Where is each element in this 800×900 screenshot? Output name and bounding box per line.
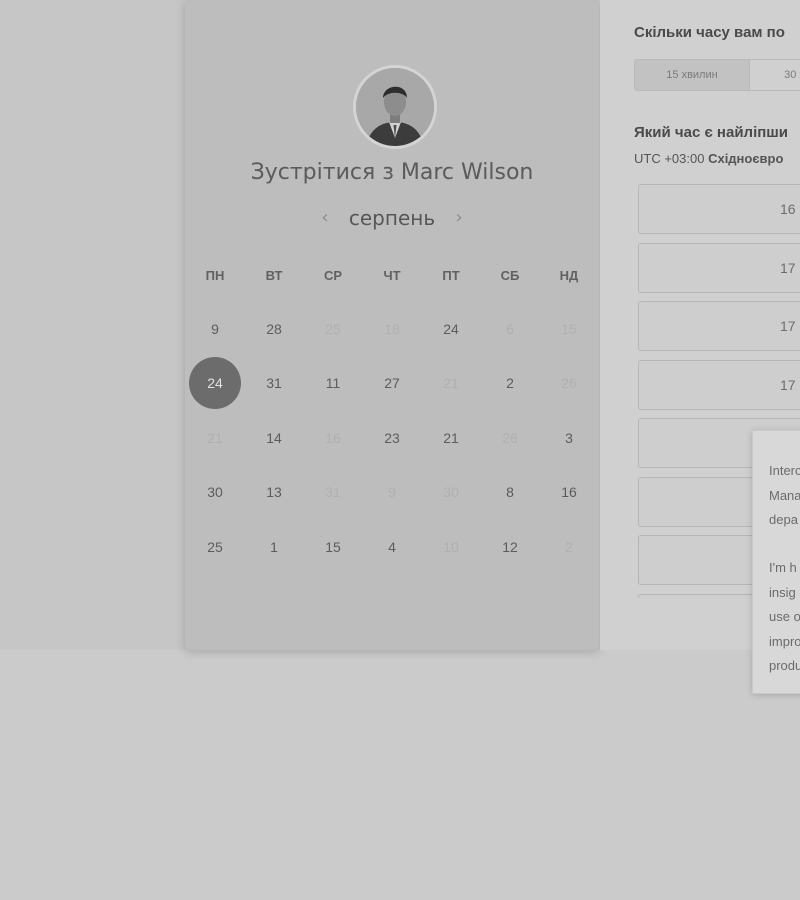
weekday-header: ПН ВТ СР ЧТ ПТ СБ НД	[185, 268, 599, 288]
host-info-line: I'm h	[769, 560, 797, 575]
host-info-line: produ	[769, 658, 800, 673]
calendar-day: 26	[502, 430, 518, 446]
host-info-line: Interc	[769, 463, 800, 478]
time-slot-label: 17	[780, 259, 796, 276]
calendar-day[interactable]: 9	[189, 303, 241, 355]
time-slot-label: 17	[780, 376, 796, 393]
calendar-day: 31	[325, 484, 341, 500]
calendar-day: 25	[325, 321, 341, 337]
calendar-day[interactable]: 2	[484, 357, 536, 409]
calendar-day[interactable]: 24	[425, 303, 477, 355]
calendar-day: 2	[565, 539, 573, 555]
prev-month-button[interactable]: ‹	[313, 207, 336, 228]
weekday-label: СБ	[500, 268, 520, 283]
timezone-label: UTC +03:00 Східноєвро	[634, 151, 783, 166]
calendar-day[interactable]: 4	[366, 521, 418, 573]
host-info-line: Mana	[769, 487, 800, 503]
calendar-day-selected[interactable]: 24	[189, 357, 241, 409]
time-slot[interactable]: 17	[638, 242, 800, 293]
calendar-day[interactable]: 31	[248, 357, 300, 409]
calendar-day: 21	[443, 375, 459, 391]
host-info-paragraph-2: I'm h insig use o impro produ	[769, 556, 800, 679]
host-info-popover: Interc Mana depa I'm h insig use o impro produ	[752, 430, 800, 694]
duration-option-30[interactable]: 30 х	[750, 59, 800, 91]
host-info-line: depa	[769, 512, 798, 527]
weekday-label: ПН	[205, 268, 225, 283]
calendar-day[interactable]: 11	[307, 357, 359, 409]
calendar-day[interactable]: 1	[248, 521, 300, 573]
avatar-image	[356, 68, 434, 146]
calendar-day: 15	[561, 321, 577, 337]
weekday-label: СР	[323, 268, 343, 283]
timezone-name: Східноєвро	[708, 151, 784, 166]
calendar-day: 30	[443, 484, 459, 500]
calendar-day: 9	[388, 484, 396, 500]
calendar-day[interactable]: 27	[366, 357, 418, 409]
calendar-day: 26	[561, 375, 577, 391]
avatar	[353, 65, 437, 149]
calendar-day: 16	[325, 430, 341, 446]
time-slot-label: 16	[780, 201, 796, 217]
calendar-day[interactable]: 23	[366, 412, 418, 464]
calendar-day[interactable]: 16	[543, 466, 595, 518]
calendar-day: 10	[443, 539, 459, 555]
host-info-line: insig	[769, 584, 796, 600]
calendar-day[interactable]: 21	[425, 412, 477, 464]
timezone-offset: UTC +03:00	[634, 151, 705, 166]
weekday-label: ЧТ	[383, 268, 401, 283]
weekday-label: НД	[559, 268, 579, 283]
calendar-day[interactable]: 14	[248, 412, 300, 464]
calendar-day[interactable]: 3	[543, 412, 595, 464]
next-month-button[interactable]: ›	[447, 207, 470, 228]
calendar-day: 21	[207, 430, 223, 446]
viewport: Зустрітися з Marc Wilson ‹ серпень › ПН В…	[0, 0, 800, 900]
calendar-day[interactable]: 25	[189, 521, 241, 573]
time-question: Який час є найліпши	[634, 124, 789, 141]
weekday-label: ВТ	[265, 268, 283, 283]
calendar-day[interactable]: 13	[248, 466, 300, 518]
calendar-day[interactable]: 30	[189, 466, 241, 518]
host-info-line: use o	[769, 609, 800, 624]
time-slot-label: 17	[780, 318, 796, 334]
host-info-line: impro	[769, 633, 800, 649]
duration-option-15[interactable]: 15 хвилин	[634, 59, 750, 91]
meeting-title: Зустрітися з Marc Wilson	[250, 160, 534, 185]
calendar-day[interactable]: 8	[484, 466, 536, 518]
calendar-card: Зустрітися з Marc Wilson ‹ серпень › ПН В…	[185, 0, 599, 650]
time-slot[interactable]: 17	[638, 301, 800, 351]
duration-tabs: 15 хвилин30 х	[634, 59, 800, 91]
month-navigation: ‹ серпень ›	[185, 206, 599, 230]
calendar-day: 6	[506, 321, 514, 337]
weekday-label: ПТ	[442, 268, 460, 283]
calendar-day[interactable]: 28	[248, 303, 300, 355]
month-label: серпень	[348, 206, 436, 230]
time-slot[interactable]: 17	[638, 359, 800, 410]
time-slot[interactable]: 16	[638, 184, 800, 234]
calendar-day: 18	[384, 321, 400, 337]
calendar-day[interactable]: 15	[307, 521, 359, 573]
calendar-day[interactable]: 12	[484, 521, 536, 573]
duration-question: Скільки часу вам по	[634, 24, 785, 41]
host-info-paragraph-1: Interc Mana depa	[769, 459, 800, 533]
